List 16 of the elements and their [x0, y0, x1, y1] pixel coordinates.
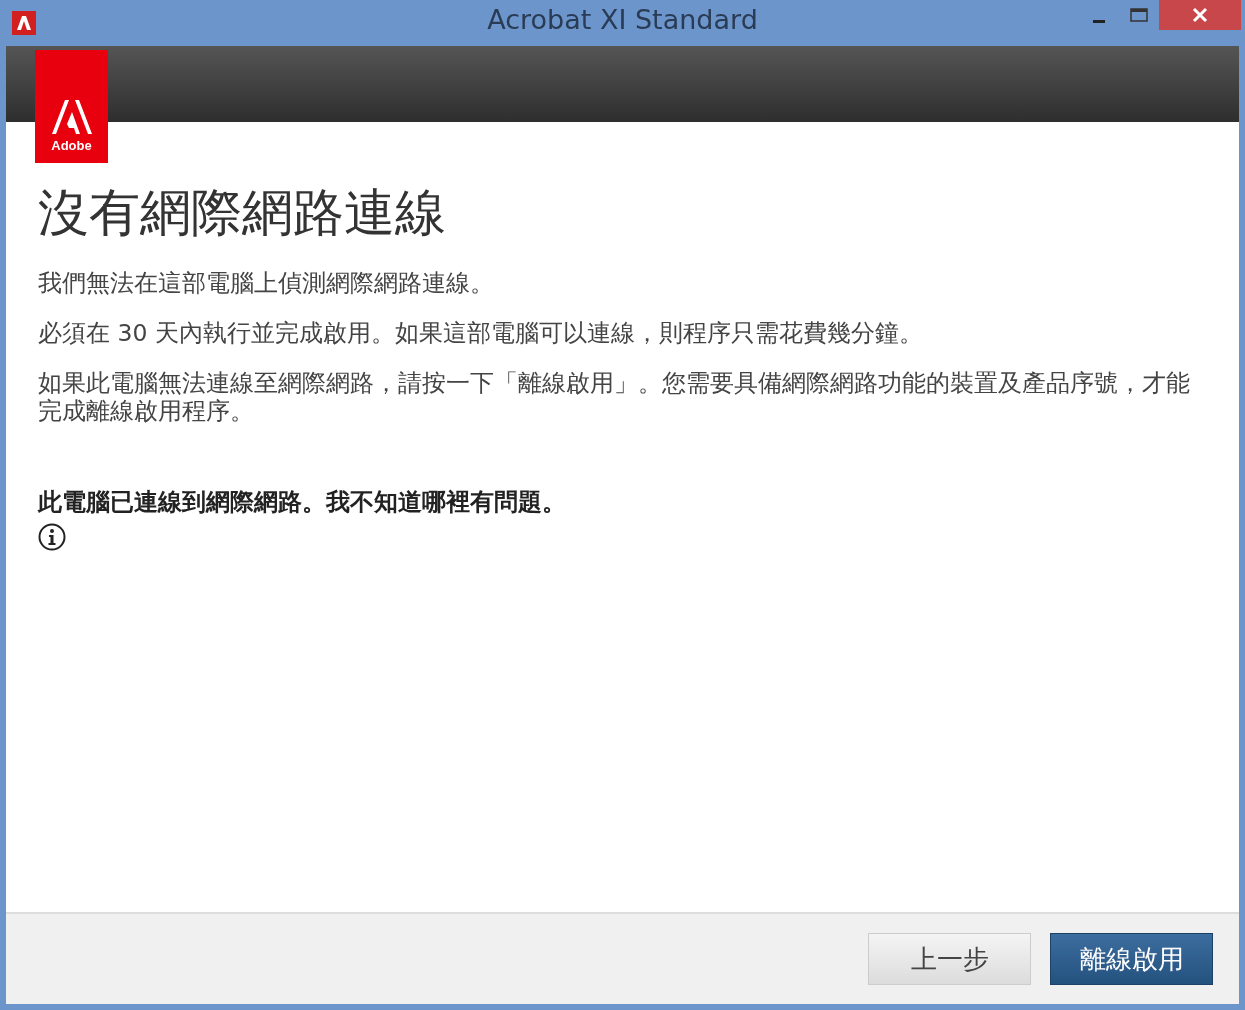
close-button[interactable]	[1159, 0, 1241, 30]
app-icon	[12, 11, 36, 35]
paragraph: 如果此電腦無法連線至網際網路，請按一下「離線啟用」。您需要具備網際網路功能的裝置及產品序號，才能完成離線啟用程序。	[38, 369, 1191, 425]
info-icon[interactable]	[38, 523, 66, 551]
logo-text: Adobe	[51, 138, 92, 153]
close-icon	[1192, 7, 1208, 23]
help-link-text[interactable]: 此電腦已連線到網際網路。我不知道哪裡有問題。	[38, 487, 1219, 517]
paragraph: 必須在 30 天內執行並完成啟用。如果這部電腦可以連線，則程序只需花費幾分鐘。	[38, 319, 924, 347]
back-button[interactable]: 上一步	[868, 933, 1031, 985]
minimize-icon	[1093, 19, 1105, 23]
paragraph: 我們無法在這部電腦上偵測網際網路連線。	[38, 269, 495, 297]
offline-activation-button[interactable]: 離線啟用	[1050, 933, 1213, 985]
maximize-icon	[1130, 7, 1148, 23]
heading: 沒有網際網路連線	[38, 182, 447, 243]
window-title: Acrobat XI Standard	[487, 4, 758, 35]
logo-mark-icon	[51, 100, 92, 134]
